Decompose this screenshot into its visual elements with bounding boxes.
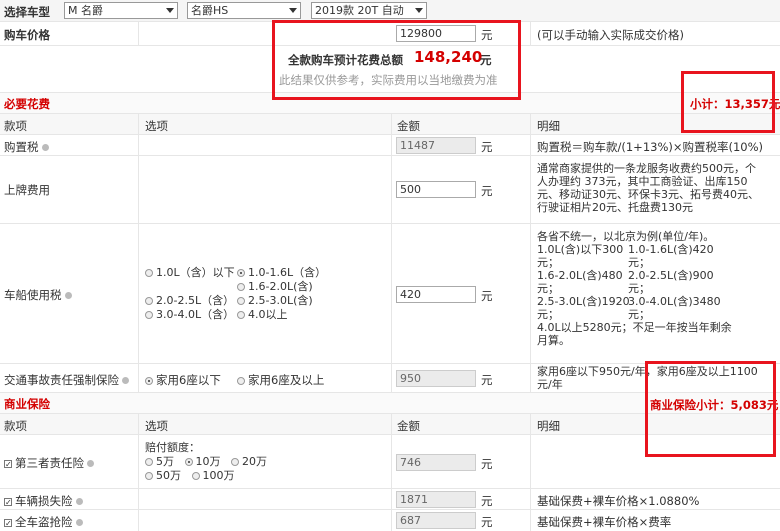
third-party-options: 赔付额度： 5万 10万 20万 50万 100万 xyxy=(145,441,267,482)
third-party-option[interactable]: 50万 xyxy=(145,469,181,482)
annotation-box-total xyxy=(272,20,521,100)
theft-label[interactable]: ✓ 全车盗抢险 xyxy=(4,514,83,530)
header-option: 选项 xyxy=(145,119,168,133)
vehicle-tax-option[interactable]: 4.0以上 xyxy=(237,308,337,322)
vehicle-tax-option[interactable]: 1.0L（含）以下 xyxy=(145,266,235,280)
compulsory-unit: 元 xyxy=(481,373,493,387)
third-party-label[interactable]: ✓ 第三者责任险 xyxy=(4,455,94,471)
damage-detail: 基础保费+裸车价格×1.0880% xyxy=(537,494,700,508)
vehicle-tax-unit: 元 xyxy=(481,289,493,303)
annotation-box-required-subtotal xyxy=(681,71,775,133)
header-option: 选项 xyxy=(145,419,168,433)
header-item: 款项 xyxy=(4,119,27,133)
third-party-option[interactable]: 5万 xyxy=(145,455,174,468)
checkbox-checked-icon: ✓ xyxy=(4,518,12,528)
third-party-unit: 元 xyxy=(481,457,493,471)
info-icon[interactable] xyxy=(122,377,129,384)
info-icon[interactable] xyxy=(64,292,72,299)
selector-label: 选择车型 xyxy=(4,5,50,19)
vehicle-tax-row: 车船使用税 1.0L（含）以下 2.0-2.5L（含） 3.0-4.0L（含） … xyxy=(0,224,780,364)
third-party-option[interactable]: 20万 xyxy=(231,455,267,468)
info-icon[interactable] xyxy=(41,144,49,151)
checkbox-checked-icon: ✓ xyxy=(4,459,12,469)
info-icon xyxy=(87,460,94,467)
chevron-down-icon xyxy=(166,8,174,13)
vehicle-tax-options-left: 1.0L（含）以下 2.0-2.5L（含） 3.0-4.0L（含） xyxy=(145,266,235,322)
header-amount: 金额 xyxy=(397,419,420,433)
model-select-value: 名爵HS xyxy=(191,4,229,17)
registration-input[interactable]: 500 xyxy=(396,181,476,198)
model-selector-row: 选择车型 M 名爵 名爵HS 2019款 20T 自动 xyxy=(0,0,780,22)
chevron-down-icon xyxy=(415,8,423,13)
vehicle-tax-option[interactable]: 2.0-2.5L（含） xyxy=(145,294,235,308)
annotation-box-commercial-subtotal xyxy=(645,361,776,457)
vehicle-tax-label: 车船使用税 xyxy=(4,287,72,303)
third-party-input: 746 xyxy=(396,454,476,471)
commercial-section-title: 商业保险 xyxy=(4,397,50,411)
damage-row: ✓ 车辆损失险 1871 元 基础保费+裸车价格×1.0880% xyxy=(0,489,780,510)
header-amount: 金额 xyxy=(397,119,420,133)
required-table-header: 款项 选项 金额 明细 xyxy=(0,114,780,135)
registration-detail: 通常商家提供的一条龙服务收费约500元，个 人办理约 373元，其中工商验证、出… xyxy=(537,162,759,214)
version-select[interactable]: 2019款 20T 自动 xyxy=(311,2,427,19)
brand-select-value: M 名爵 xyxy=(68,4,103,17)
info-icon xyxy=(75,498,83,505)
compulsory-label: 交通事故责任强制保险 xyxy=(4,372,129,388)
third-party-option[interactable]: 100万 xyxy=(191,469,235,482)
header-item: 款项 xyxy=(4,419,27,433)
header-detail: 明细 xyxy=(537,419,560,433)
version-select-value: 2019款 20T 自动 xyxy=(315,4,404,17)
vehicle-tax-detail-right: 1.0-1.6L(含)420 元； 2.0-2.5L(含)900 元； 3.0-… xyxy=(628,243,721,321)
chevron-down-icon xyxy=(289,8,297,13)
compulsory-option-6plus[interactable]: 家用6座及以上 xyxy=(237,372,324,388)
vehicle-tax-options-right: 1.0-1.6L（含） 1.6-2.0L(含) 2.5-3.0L(含) 4.0以… xyxy=(237,266,337,322)
vehicle-tax-option[interactable]: 1.0-1.6L（含） xyxy=(237,266,337,280)
compulsory-input: 950 xyxy=(396,370,476,387)
vehicle-tax-option[interactable]: 2.5-3.0L(含) xyxy=(237,294,337,308)
brand-select[interactable]: M 名爵 xyxy=(64,2,178,19)
vehicle-tax-option[interactable]: 3.0-4.0L（含） xyxy=(145,308,235,322)
purchase-tax-unit: 元 xyxy=(481,140,493,154)
theft-unit: 元 xyxy=(481,515,493,529)
purchase-tax-detail: 购置税＝购车款/(1+13%)×购置税率(10%) xyxy=(537,140,764,154)
registration-unit: 元 xyxy=(481,184,493,198)
registration-label: 上牌费用 xyxy=(4,183,50,197)
header-detail: 明细 xyxy=(537,119,560,133)
vehicle-tax-option[interactable]: 1.6-2.0L(含) xyxy=(237,280,337,294)
damage-unit: 元 xyxy=(481,494,493,508)
registration-row: 上牌费用 500 元 通常商家提供的一条龙服务收费约500元，个 人办理约 37… xyxy=(0,156,780,224)
price-label: 购车价格 xyxy=(4,28,50,42)
required-section-title: 必要花费 xyxy=(4,97,50,111)
purchase-tax-row: 购置税 11487 元 购置税＝购车款/(1+13%)×购置税率(10%) xyxy=(0,135,780,156)
third-party-option[interactable]: 10万 xyxy=(184,455,221,468)
theft-detail: 基础保费+裸车价格×费率 xyxy=(537,515,672,529)
damage-label[interactable]: ✓ 车辆损失险 xyxy=(4,493,83,509)
model-select[interactable]: 名爵HS xyxy=(187,2,301,19)
checkbox-checked-icon: ✓ xyxy=(4,497,12,507)
info-icon xyxy=(75,519,83,526)
damage-input: 1871 xyxy=(396,491,476,508)
vehicle-tax-input[interactable]: 420 xyxy=(396,286,476,303)
purchase-tax-input: 11487 xyxy=(396,137,476,154)
purchase-tax-label: 购置税 xyxy=(4,139,49,155)
price-hint: (可以手动输入实际成交价格) xyxy=(537,28,684,42)
compulsory-option-under6[interactable]: 家用6座以下 xyxy=(145,372,221,388)
